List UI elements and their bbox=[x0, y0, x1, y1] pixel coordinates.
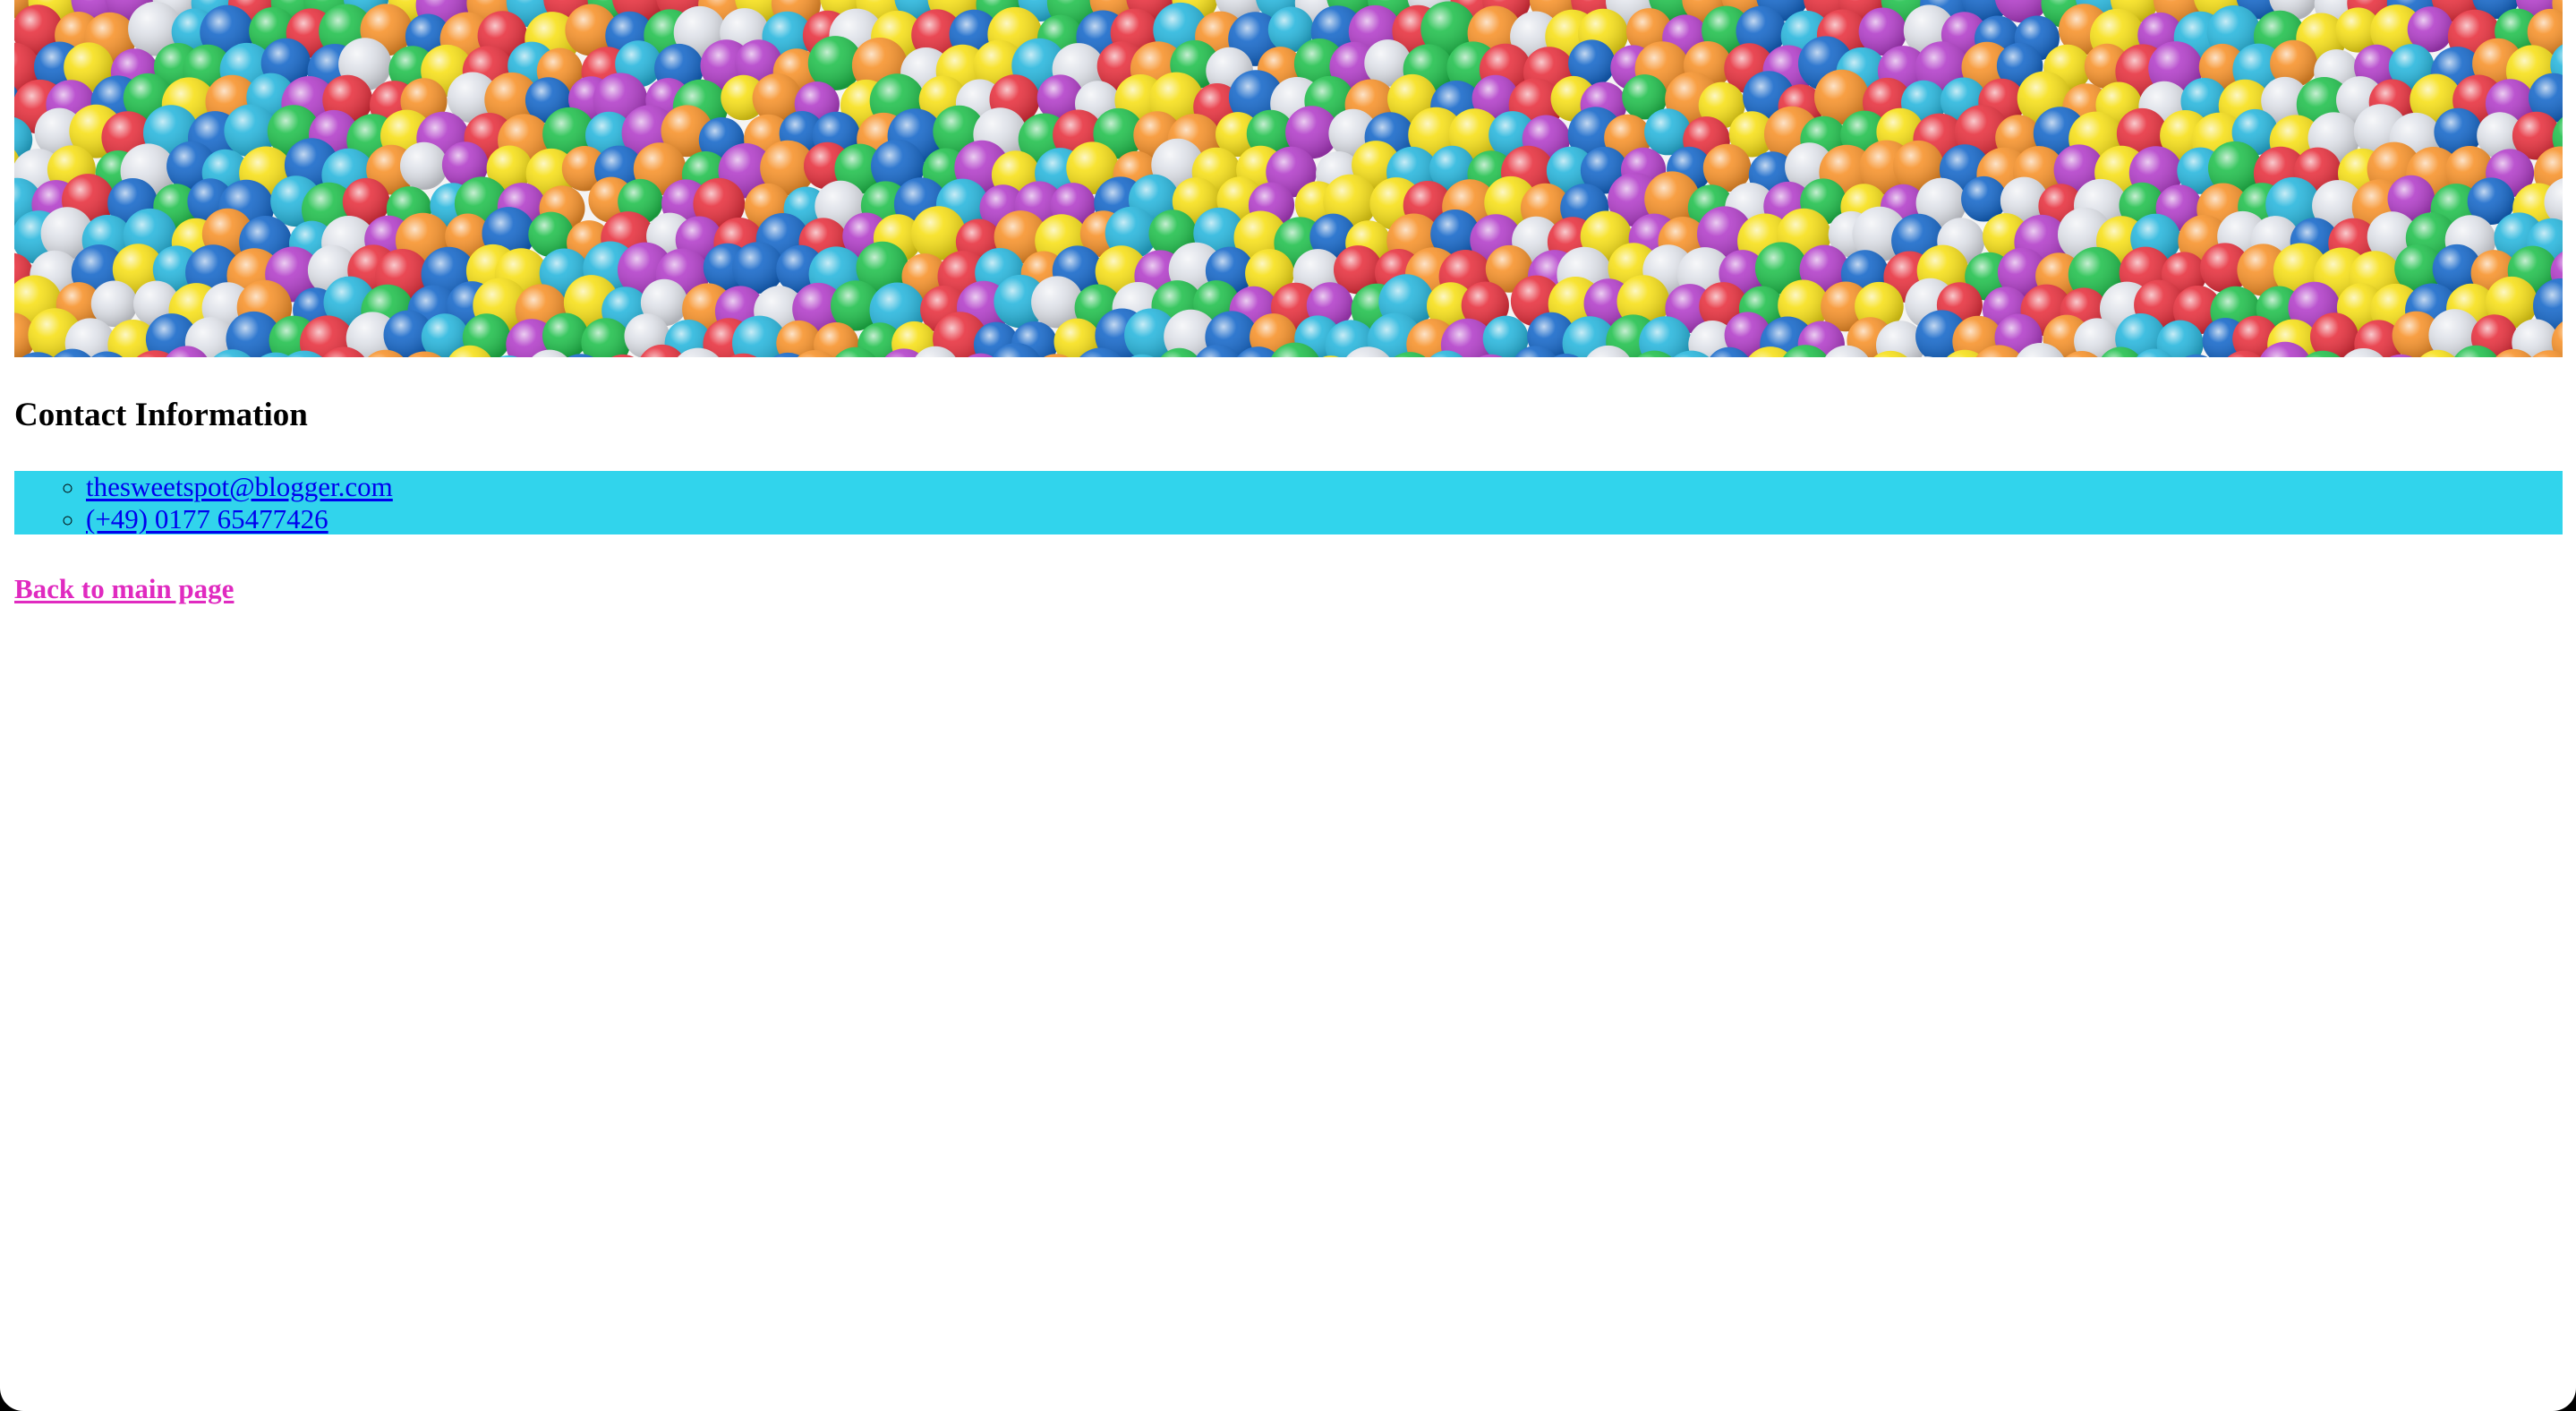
contact-list: thesweetspot@blogger.com (+49) 0177 6547… bbox=[14, 471, 2563, 534]
ball-highlight bbox=[732, 242, 784, 294]
email-link[interactable]: thesweetspot@blogger.com bbox=[86, 471, 393, 502]
phone-link[interactable]: (+49) 0177 65477426 bbox=[86, 503, 328, 534]
page-title: Contact Information bbox=[14, 397, 308, 433]
list-item-email: thesweetspot@blogger.com bbox=[86, 471, 2563, 503]
page: Contact Information thesweetspot@blogger… bbox=[0, 0, 2576, 1411]
ball-highlight bbox=[400, 141, 448, 190]
ball-pit-image bbox=[14, 0, 2563, 357]
list-item-phone: (+49) 0177 65477426 bbox=[86, 503, 2563, 535]
ball-pit-banner-image bbox=[14, 0, 2563, 357]
back-to-main-link[interactable]: Back to main page bbox=[14, 571, 234, 607]
